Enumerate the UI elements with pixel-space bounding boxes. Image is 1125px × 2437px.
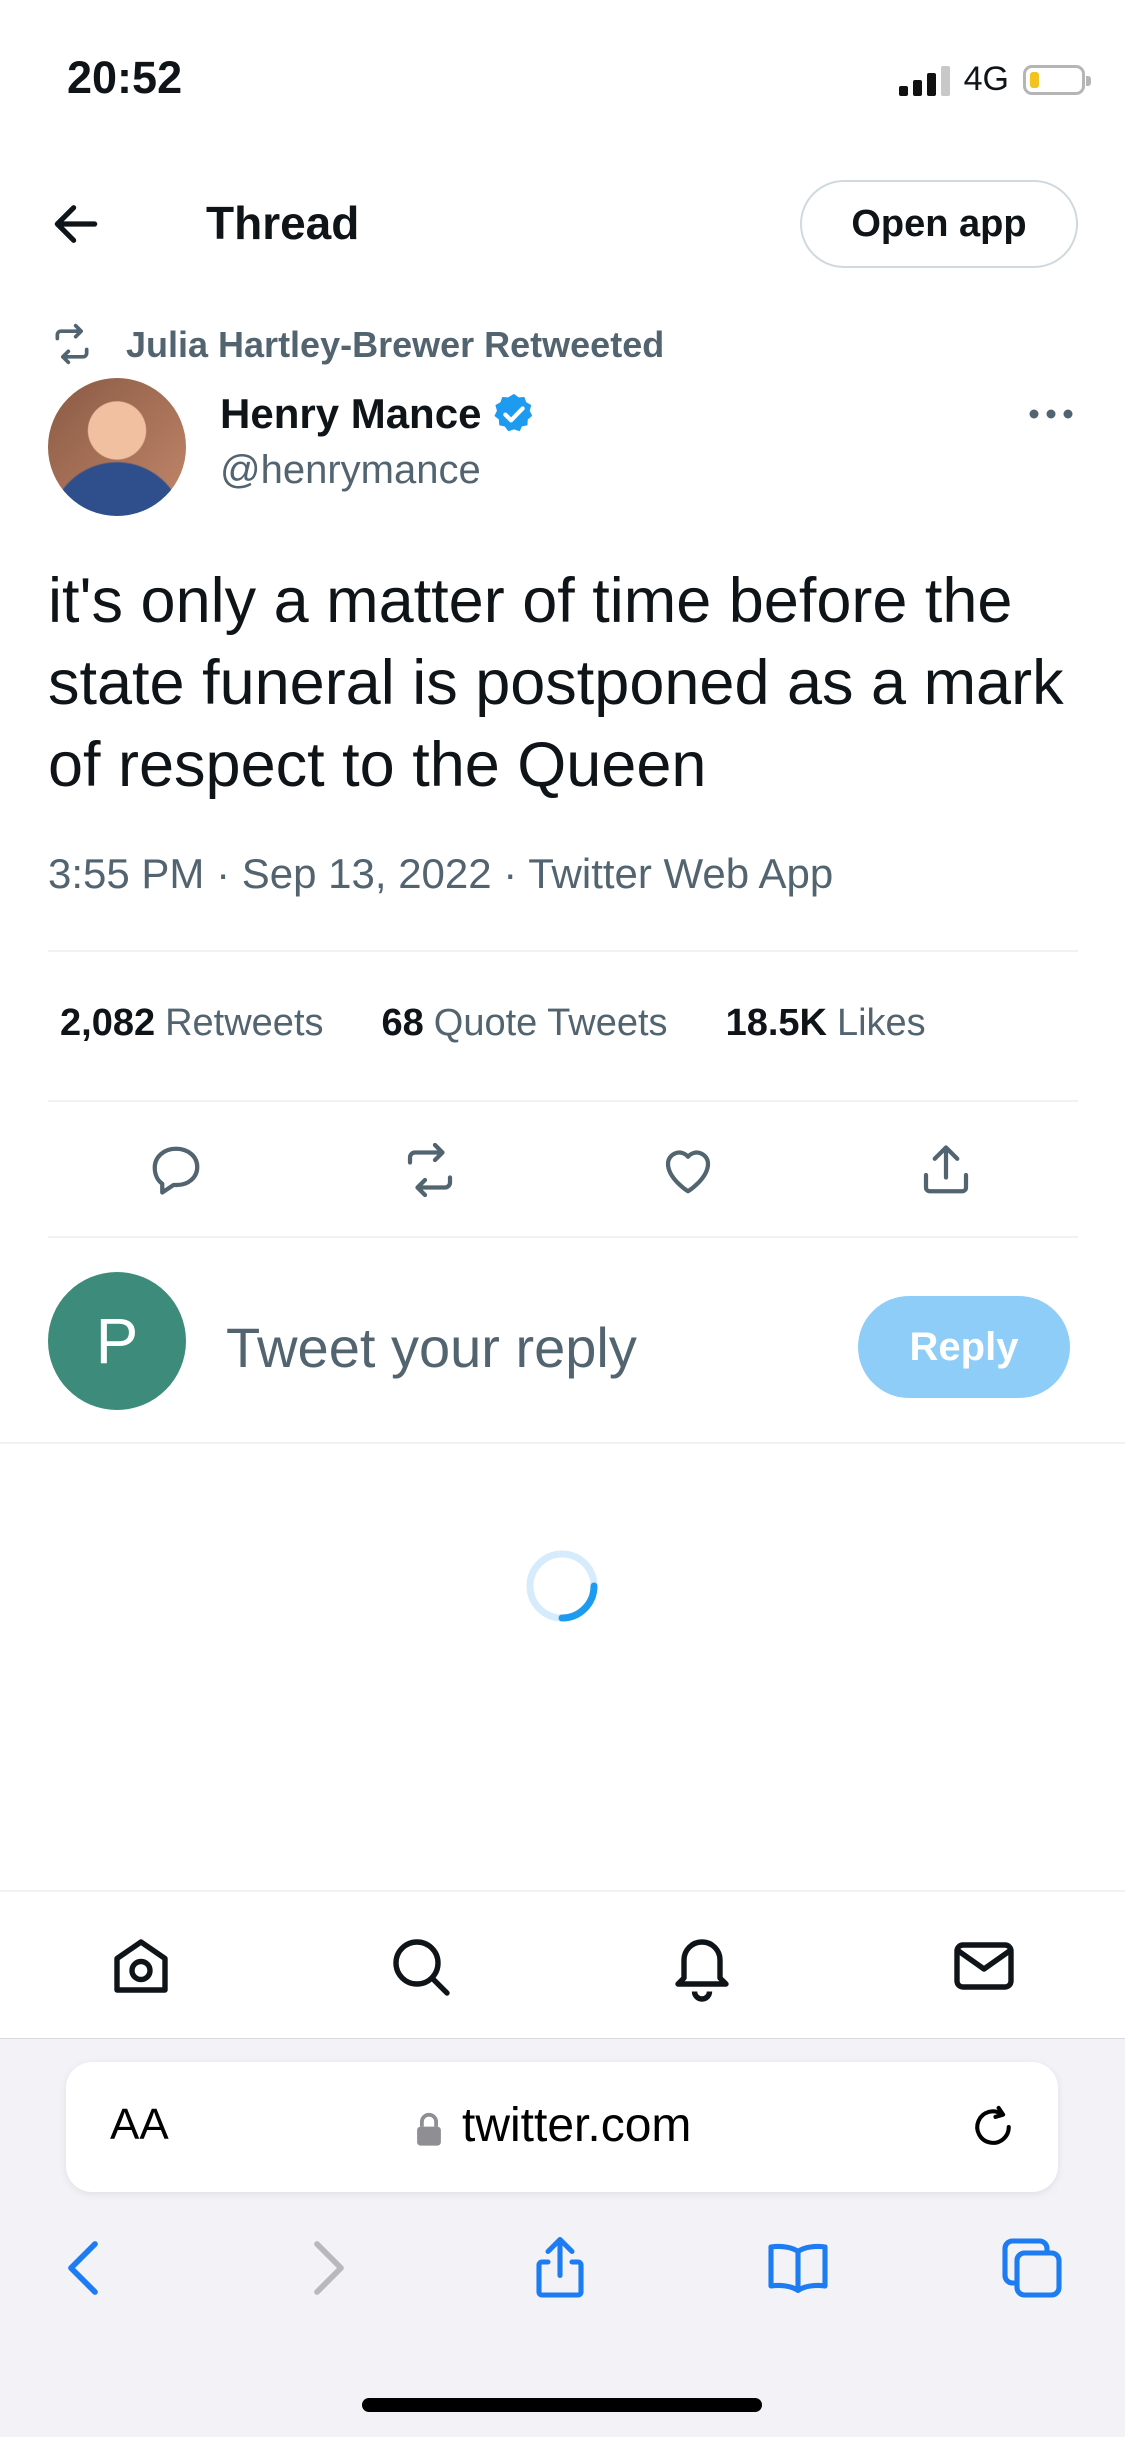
reply-icon[interactable] bbox=[146, 1140, 206, 1200]
retweet-banner-text[interactable]: Julia Hartley-Brewer Retweeted bbox=[126, 324, 664, 366]
reader-aa-button[interactable]: AA bbox=[110, 2100, 169, 2150]
retweets-stat[interactable]: 2,082 Retweets bbox=[60, 1002, 324, 1045]
arrow-left-icon[interactable] bbox=[48, 196, 104, 252]
author-avatar[interactable] bbox=[48, 378, 186, 516]
verified-badge-icon bbox=[494, 393, 533, 432]
cellular-signal-icon bbox=[898, 64, 950, 96]
more-icon[interactable] bbox=[1028, 404, 1074, 424]
heart-icon[interactable] bbox=[658, 1140, 718, 1200]
tweet-text: it's only a matter of time before the st… bbox=[48, 566, 1064, 800]
tweet-stats: 2,082 Retweets 68 Quote Tweets 18.5K Likes bbox=[60, 1002, 926, 1045]
tweet-meta[interactable]: 3:55 PM · Sep 13, 2022 · Twitter Web App bbox=[48, 850, 833, 898]
likes-stat[interactable]: 18.5K Likes bbox=[726, 1002, 926, 1045]
bell-icon[interactable] bbox=[666, 1930, 738, 2002]
mail-icon[interactable] bbox=[948, 1930, 1020, 2002]
divider bbox=[48, 1236, 1078, 1238]
retweet-action-icon[interactable] bbox=[400, 1140, 460, 1200]
quote-tweets-stat[interactable]: 68 Quote Tweets bbox=[382, 1002, 668, 1045]
tweet-actions bbox=[48, 1140, 1078, 1200]
author-handle[interactable]: @henrymance bbox=[220, 448, 481, 493]
author-name[interactable]: Henry Mance bbox=[220, 390, 481, 438]
status-indicators: 4G bbox=[898, 60, 1091, 99]
browser-forward-icon[interactable] bbox=[290, 2232, 362, 2304]
home-icon[interactable] bbox=[105, 1930, 177, 2002]
open-app-button[interactable]: Open app bbox=[800, 180, 1078, 268]
bookmarks-icon[interactable] bbox=[762, 2232, 834, 2304]
browser-share-icon[interactable] bbox=[524, 2232, 596, 2304]
retweet-icon bbox=[55, 323, 89, 365]
network-type: 4G bbox=[963, 60, 1009, 98]
search-icon[interactable] bbox=[384, 1930, 456, 2002]
divider bbox=[0, 1442, 1125, 1444]
divider bbox=[48, 950, 1078, 952]
tab-bar bbox=[0, 1890, 1125, 2040]
divider bbox=[48, 1100, 1078, 1102]
share-icon[interactable] bbox=[916, 1140, 976, 1200]
reload-icon[interactable] bbox=[966, 2100, 1020, 2154]
lock-icon bbox=[417, 2112, 441, 2146]
status-time: 20:52 bbox=[67, 52, 183, 103]
author-name-row[interactable]: Henry Mance bbox=[220, 390, 537, 438]
browser-back-icon[interactable] bbox=[50, 2232, 122, 2304]
home-indicator bbox=[362, 2398, 762, 2412]
battery-icon bbox=[1023, 64, 1091, 95]
user-avatar[interactable]: P bbox=[48, 1272, 186, 1410]
reply-button[interactable]: Reply bbox=[858, 1296, 1070, 1398]
url-text[interactable]: twitter.com bbox=[462, 2098, 691, 2153]
loading-spinner-icon bbox=[526, 1550, 598, 1622]
tabs-icon[interactable] bbox=[996, 2232, 1068, 2304]
page-title: Thread bbox=[206, 197, 360, 249]
reply-input[interactable] bbox=[226, 1315, 786, 1380]
